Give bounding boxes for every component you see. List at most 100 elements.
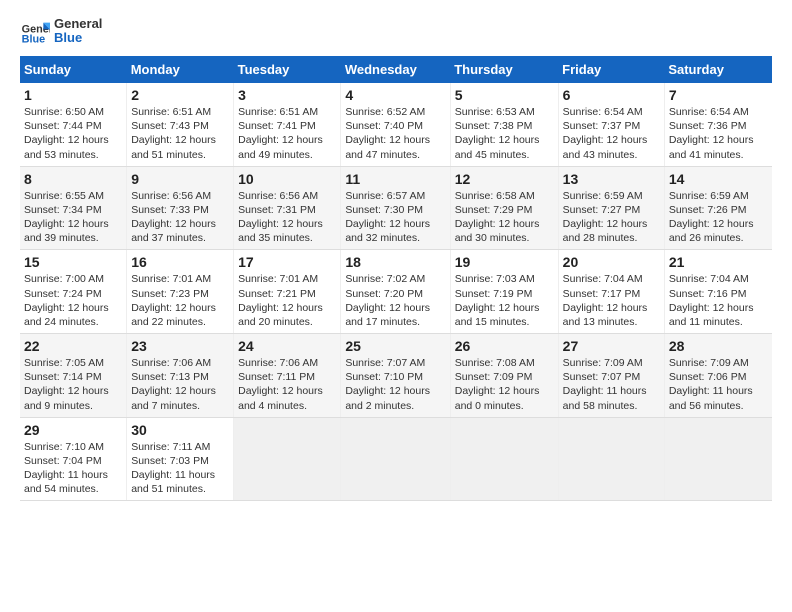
day-number: 16 [131, 254, 229, 270]
calendar-cell: 14 Sunrise: 6:59 AMSunset: 7:26 PMDaylig… [664, 166, 772, 250]
cell-info: Sunrise: 7:01 AMSunset: 7:23 PMDaylight:… [131, 273, 216, 328]
cell-info: Sunrise: 7:06 AMSunset: 7:13 PMDaylight:… [131, 357, 216, 412]
calendar-cell: 29 Sunrise: 7:10 AMSunset: 7:04 PMDaylig… [20, 417, 127, 501]
cell-info: Sunrise: 7:04 AMSunset: 7:16 PMDaylight:… [669, 273, 754, 328]
calendar-cell [450, 417, 558, 501]
svg-text:Blue: Blue [22, 34, 45, 46]
calendar-cell: 18 Sunrise: 7:02 AMSunset: 7:20 PMDaylig… [341, 250, 450, 334]
calendar-cell: 8 Sunrise: 6:55 AMSunset: 7:34 PMDayligh… [20, 166, 127, 250]
calendar-cell: 17 Sunrise: 7:01 AMSunset: 7:21 PMDaylig… [234, 250, 341, 334]
day-number: 2 [131, 87, 229, 103]
cell-info: Sunrise: 6:54 AMSunset: 7:37 PMDaylight:… [563, 106, 648, 161]
logo-icon: General Blue [20, 16, 50, 46]
cell-info: Sunrise: 7:08 AMSunset: 7:09 PMDaylight:… [455, 357, 540, 412]
calendar-cell: 25 Sunrise: 7:07 AMSunset: 7:10 PMDaylig… [341, 334, 450, 418]
day-number: 6 [563, 87, 660, 103]
day-number: 7 [669, 87, 768, 103]
calendar-cell: 22 Sunrise: 7:05 AMSunset: 7:14 PMDaylig… [20, 334, 127, 418]
calendar-cell: 2 Sunrise: 6:51 AMSunset: 7:43 PMDayligh… [127, 83, 234, 166]
col-header-wednesday: Wednesday [341, 56, 450, 83]
cell-info: Sunrise: 7:10 AMSunset: 7:04 PMDaylight:… [24, 441, 108, 496]
week-row-5: 29 Sunrise: 7:10 AMSunset: 7:04 PMDaylig… [20, 417, 772, 501]
cell-info: Sunrise: 6:56 AMSunset: 7:31 PMDaylight:… [238, 190, 323, 245]
calendar-cell: 30 Sunrise: 7:11 AMSunset: 7:03 PMDaylig… [127, 417, 234, 501]
cell-info: Sunrise: 6:55 AMSunset: 7:34 PMDaylight:… [24, 190, 109, 245]
day-number: 27 [563, 338, 660, 354]
calendar-cell: 24 Sunrise: 7:06 AMSunset: 7:11 PMDaylig… [234, 334, 341, 418]
calendar-cell [664, 417, 772, 501]
calendar-cell: 15 Sunrise: 7:00 AMSunset: 7:24 PMDaylig… [20, 250, 127, 334]
cell-info: Sunrise: 7:09 AMSunset: 7:07 PMDaylight:… [563, 357, 647, 412]
day-number: 3 [238, 87, 336, 103]
day-number: 12 [455, 171, 554, 187]
cell-info: Sunrise: 7:02 AMSunset: 7:20 PMDaylight:… [345, 273, 430, 328]
calendar-cell: 20 Sunrise: 7:04 AMSunset: 7:17 PMDaylig… [558, 250, 664, 334]
cell-info: Sunrise: 6:53 AMSunset: 7:38 PMDaylight:… [455, 106, 540, 161]
cell-info: Sunrise: 6:50 AMSunset: 7:44 PMDaylight:… [24, 106, 109, 161]
day-number: 30 [131, 422, 229, 438]
cell-info: Sunrise: 7:05 AMSunset: 7:14 PMDaylight:… [24, 357, 109, 412]
calendar-cell: 5 Sunrise: 6:53 AMSunset: 7:38 PMDayligh… [450, 83, 558, 166]
col-header-sunday: Sunday [20, 56, 127, 83]
day-number: 28 [669, 338, 768, 354]
calendar-cell: 12 Sunrise: 6:58 AMSunset: 7:29 PMDaylig… [450, 166, 558, 250]
calendar-cell: 4 Sunrise: 6:52 AMSunset: 7:40 PMDayligh… [341, 83, 450, 166]
week-row-3: 15 Sunrise: 7:00 AMSunset: 7:24 PMDaylig… [20, 250, 772, 334]
cell-info: Sunrise: 7:04 AMSunset: 7:17 PMDaylight:… [563, 273, 648, 328]
calendar-cell: 21 Sunrise: 7:04 AMSunset: 7:16 PMDaylig… [664, 250, 772, 334]
day-number: 26 [455, 338, 554, 354]
calendar-cell: 6 Sunrise: 6:54 AMSunset: 7:37 PMDayligh… [558, 83, 664, 166]
day-number: 5 [455, 87, 554, 103]
logo-text: General Blue [54, 17, 102, 46]
header-area: General Blue General Blue [20, 16, 772, 46]
calendar-cell [234, 417, 341, 501]
calendar-cell: 13 Sunrise: 6:59 AMSunset: 7:27 PMDaylig… [558, 166, 664, 250]
cell-info: Sunrise: 7:03 AMSunset: 7:19 PMDaylight:… [455, 273, 540, 328]
cell-info: Sunrise: 6:56 AMSunset: 7:33 PMDaylight:… [131, 190, 216, 245]
calendar-cell [558, 417, 664, 501]
cell-info: Sunrise: 6:52 AMSunset: 7:40 PMDaylight:… [345, 106, 430, 161]
cell-info: Sunrise: 6:54 AMSunset: 7:36 PMDaylight:… [669, 106, 754, 161]
day-number: 22 [24, 338, 122, 354]
col-header-saturday: Saturday [664, 56, 772, 83]
cell-info: Sunrise: 6:58 AMSunset: 7:29 PMDaylight:… [455, 190, 540, 245]
cell-info: Sunrise: 6:57 AMSunset: 7:30 PMDaylight:… [345, 190, 430, 245]
cell-info: Sunrise: 7:07 AMSunset: 7:10 PMDaylight:… [345, 357, 430, 412]
calendar-cell: 28 Sunrise: 7:09 AMSunset: 7:06 PMDaylig… [664, 334, 772, 418]
cell-info: Sunrise: 7:01 AMSunset: 7:21 PMDaylight:… [238, 273, 323, 328]
week-row-4: 22 Sunrise: 7:05 AMSunset: 7:14 PMDaylig… [20, 334, 772, 418]
day-number: 9 [131, 171, 229, 187]
cell-info: Sunrise: 7:09 AMSunset: 7:06 PMDaylight:… [669, 357, 753, 412]
week-row-1: 1 Sunrise: 6:50 AMSunset: 7:44 PMDayligh… [20, 83, 772, 166]
page-container: General Blue General Blue SundayMondayTu… [0, 0, 792, 513]
calendar-table: SundayMondayTuesdayWednesdayThursdayFrid… [20, 56, 772, 501]
day-number: 4 [345, 87, 445, 103]
col-header-tuesday: Tuesday [234, 56, 341, 83]
col-header-thursday: Thursday [450, 56, 558, 83]
day-number: 11 [345, 171, 445, 187]
cell-info: Sunrise: 7:00 AMSunset: 7:24 PMDaylight:… [24, 273, 109, 328]
calendar-cell: 7 Sunrise: 6:54 AMSunset: 7:36 PMDayligh… [664, 83, 772, 166]
day-number: 15 [24, 254, 122, 270]
calendar-cell: 10 Sunrise: 6:56 AMSunset: 7:31 PMDaylig… [234, 166, 341, 250]
cell-info: Sunrise: 6:51 AMSunset: 7:41 PMDaylight:… [238, 106, 323, 161]
day-number: 25 [345, 338, 445, 354]
day-number: 8 [24, 171, 122, 187]
calendar-cell: 26 Sunrise: 7:08 AMSunset: 7:09 PMDaylig… [450, 334, 558, 418]
cell-info: Sunrise: 7:11 AMSunset: 7:03 PMDaylight:… [131, 441, 215, 496]
day-number: 13 [563, 171, 660, 187]
cell-info: Sunrise: 7:06 AMSunset: 7:11 PMDaylight:… [238, 357, 323, 412]
day-number: 1 [24, 87, 122, 103]
cell-info: Sunrise: 6:59 AMSunset: 7:26 PMDaylight:… [669, 190, 754, 245]
cell-info: Sunrise: 6:59 AMSunset: 7:27 PMDaylight:… [563, 190, 648, 245]
day-number: 14 [669, 171, 768, 187]
calendar-cell: 3 Sunrise: 6:51 AMSunset: 7:41 PMDayligh… [234, 83, 341, 166]
day-number: 20 [563, 254, 660, 270]
col-header-monday: Monday [127, 56, 234, 83]
cell-info: Sunrise: 6:51 AMSunset: 7:43 PMDaylight:… [131, 106, 216, 161]
week-row-2: 8 Sunrise: 6:55 AMSunset: 7:34 PMDayligh… [20, 166, 772, 250]
logo: General Blue General Blue [20, 16, 102, 46]
day-number: 18 [345, 254, 445, 270]
calendar-cell: 16 Sunrise: 7:01 AMSunset: 7:23 PMDaylig… [127, 250, 234, 334]
calendar-cell: 1 Sunrise: 6:50 AMSunset: 7:44 PMDayligh… [20, 83, 127, 166]
